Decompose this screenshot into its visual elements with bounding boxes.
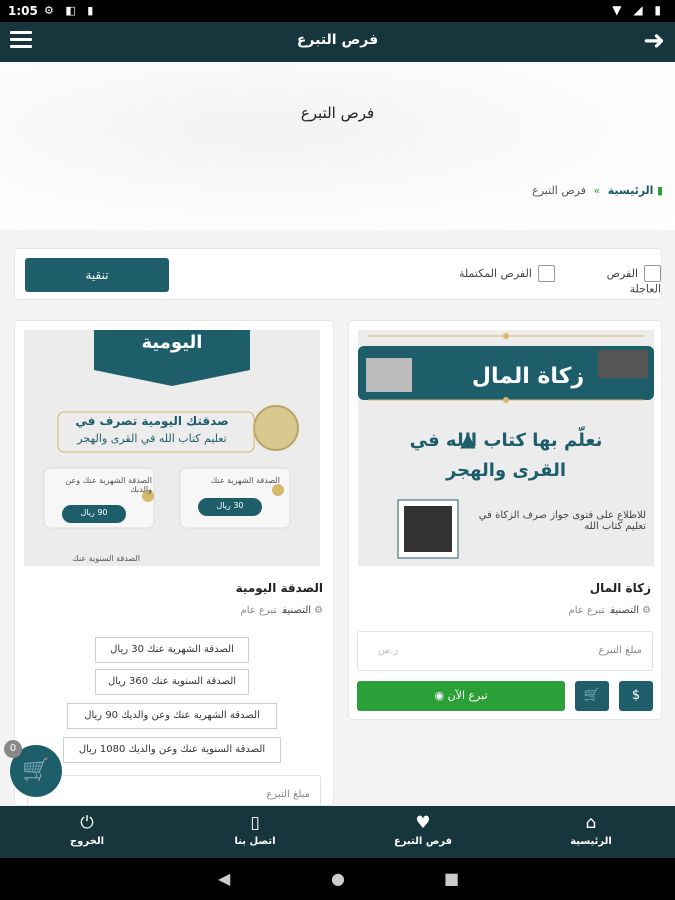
page-title: فرص التبرع xyxy=(300,104,375,122)
donate-now-button[interactable]: تبرع الآن ◉ xyxy=(357,681,565,711)
option-yearly-family[interactable]: الصدقة السنوية عنك وعن والديك 1080 ريال xyxy=(63,737,281,763)
nav-donation-opportunities[interactable]: ♥ فرص التبرع xyxy=(339,806,507,858)
urgent-checkbox[interactable]: الفرص العاجلة xyxy=(579,265,661,296)
nav-logout[interactable]: ⏻ الخروج xyxy=(3,806,171,858)
nav-home[interactable]: ⌂ الرئيسية xyxy=(507,806,675,858)
cart-icon: 🛒 xyxy=(583,688,601,703)
nav-donation-label: فرص التبرع xyxy=(393,836,453,847)
status-bar: 1:05 ⚙ ◧ ▮ ▼ ◢ ▮ xyxy=(0,0,675,22)
promo-yearly: الصدقة السنوية عنك xyxy=(72,554,140,563)
recents-square-icon[interactable]: ■ xyxy=(444,869,459,888)
nav-contact-label: اتصل بنا xyxy=(234,836,276,847)
bottom-navigation: ⌂ الرئيسية ♥ فرص التبرع ▯ اتصل بنا ⏻ الخ… xyxy=(0,806,675,858)
amount-input[interactable]: مبلغ التبرع ر.س xyxy=(357,631,653,671)
zakat-image[interactable]: ▲ زكاة المال نعلّم بها كتاب الله في القر… xyxy=(358,330,654,566)
daily-image[interactable]: اليومية صدقتك اليومية تصرف في تعليم كتاب… xyxy=(24,330,320,566)
system-navigation-bar: ◀ ● ■ xyxy=(0,858,675,900)
app-bar: فرص التبرع ➜ xyxy=(0,22,675,62)
category-value: تبرع عام xyxy=(240,605,277,616)
nav-logout-label: الخروج xyxy=(69,836,105,847)
daily-headline-1: صدقتك اليومية تصرف في xyxy=(75,414,229,428)
cart-count-badge: 0 xyxy=(4,740,22,758)
home-icon: ⌂ xyxy=(585,813,597,833)
category-icon: ⚙ xyxy=(314,605,323,616)
card-title[interactable]: زكاة المال xyxy=(590,581,651,595)
amount-input[interactable]: مبلغ التبرع xyxy=(27,775,321,805)
promo-price-90: 90 ريال xyxy=(80,508,108,517)
app-bar-title: فرص التبرع xyxy=(296,32,379,48)
category-label: التصنيف xyxy=(610,605,640,616)
bookmark-icon: ▮ xyxy=(656,184,663,197)
checkbox-box[interactable] xyxy=(537,265,555,282)
amount-placeholder: مبلغ التبرع xyxy=(266,789,310,800)
checkbox-box[interactable] xyxy=(644,265,661,282)
daily-illustration xyxy=(24,330,320,566)
breadcrumb-separator: » xyxy=(593,184,601,197)
power-icon: ⏻ xyxy=(80,813,94,833)
home-circle-icon[interactable]: ● xyxy=(331,869,345,888)
status-time: 1:05 xyxy=(8,4,38,18)
promo-monthly: الصدقة الشهرية عنك xyxy=(210,476,280,485)
card-category: ⚙التصنيف تبرع عام xyxy=(569,605,651,616)
amount-placeholder: مبلغ التبرع xyxy=(598,645,642,656)
zakat-headline-2: القرى والهجر xyxy=(445,460,566,481)
category-icon: ⚙ xyxy=(642,605,651,616)
back-triangle-icon[interactable]: ◀ xyxy=(218,869,230,888)
category-value: تبرع عام xyxy=(568,605,605,616)
option-monthly-family[interactable]: الصدقة الشهرية عنك وعن والديك 90 ريال xyxy=(67,703,277,729)
daily-banner-text: اليومية xyxy=(141,332,203,353)
completed-checkbox[interactable]: الفرص المكتملة xyxy=(459,265,555,285)
nav-home-label: الرئيسية xyxy=(570,836,612,847)
zakat-side-text: للاطلاع على فتوى جواز صرف الزكاة في تعلي… xyxy=(478,510,646,532)
card-title[interactable]: الصدقة اليومية xyxy=(236,581,323,595)
notification-icons: ⚙ ◧ ▮ xyxy=(44,4,98,17)
currency-label: ر.س xyxy=(378,645,399,656)
donate-icon: ◉ xyxy=(434,689,445,702)
cart-icon: 🛒 xyxy=(22,758,50,783)
zakat-banner-text: زكاة المال xyxy=(471,364,585,389)
completed-label: الفرص المكتملة xyxy=(459,267,532,280)
back-arrow-icon[interactable]: ➜ xyxy=(643,26,665,56)
category-label: التصنيف xyxy=(282,605,312,616)
option-yearly[interactable]: الصدقة السنوية عنك 360 ريال xyxy=(95,669,249,695)
card-category: ⚙التصنيف تبرع عام xyxy=(241,605,323,616)
breadcrumb-current: فرص التبرع xyxy=(532,184,586,197)
system-icons: ▼ ◢ ▮ xyxy=(612,3,665,17)
filter-apply-button[interactable]: تنقية xyxy=(25,258,169,292)
breadcrumb-home[interactable]: الرئيسية xyxy=(608,184,654,197)
page-hero: فرص التبرع ▮ الرئيسية » فرص التبرع xyxy=(0,62,675,230)
nav-contact[interactable]: ▯ اتصل بنا xyxy=(171,806,339,858)
donation-card-zakat: ▲ زكاة المال نعلّم بها كتاب الله في القر… xyxy=(348,320,662,720)
option-monthly[interactable]: الصدقة الشهرية عنك 30 ريال xyxy=(95,637,249,663)
share-button[interactable]: $ xyxy=(619,681,653,711)
heart-icon: ♥ xyxy=(415,813,431,833)
phone-icon: ▯ xyxy=(250,813,260,833)
breadcrumb: ▮ الرئيسية » فرص التبرع xyxy=(532,184,663,197)
promo-price-30: 30 ريال xyxy=(216,501,244,510)
zakat-headline-1: نعلّم بها كتاب الله في xyxy=(409,430,603,451)
donate-label: تبرع الآن xyxy=(447,689,488,702)
add-to-cart-button[interactable]: 🛒 xyxy=(575,681,609,711)
daily-headline-2: تعليم كتاب الله في القرى والهجر xyxy=(77,432,227,445)
filter-panel: تنقية الفرص المكتملة الفرص العاجلة xyxy=(14,248,662,300)
hand-icon: $ xyxy=(631,688,641,703)
donation-card-daily: اليومية صدقتك اليومية تصرف في تعليم كتاب… xyxy=(14,320,334,806)
promo-monthly-family: الصدقة الشهرية عنك وعن والديك xyxy=(65,476,152,494)
